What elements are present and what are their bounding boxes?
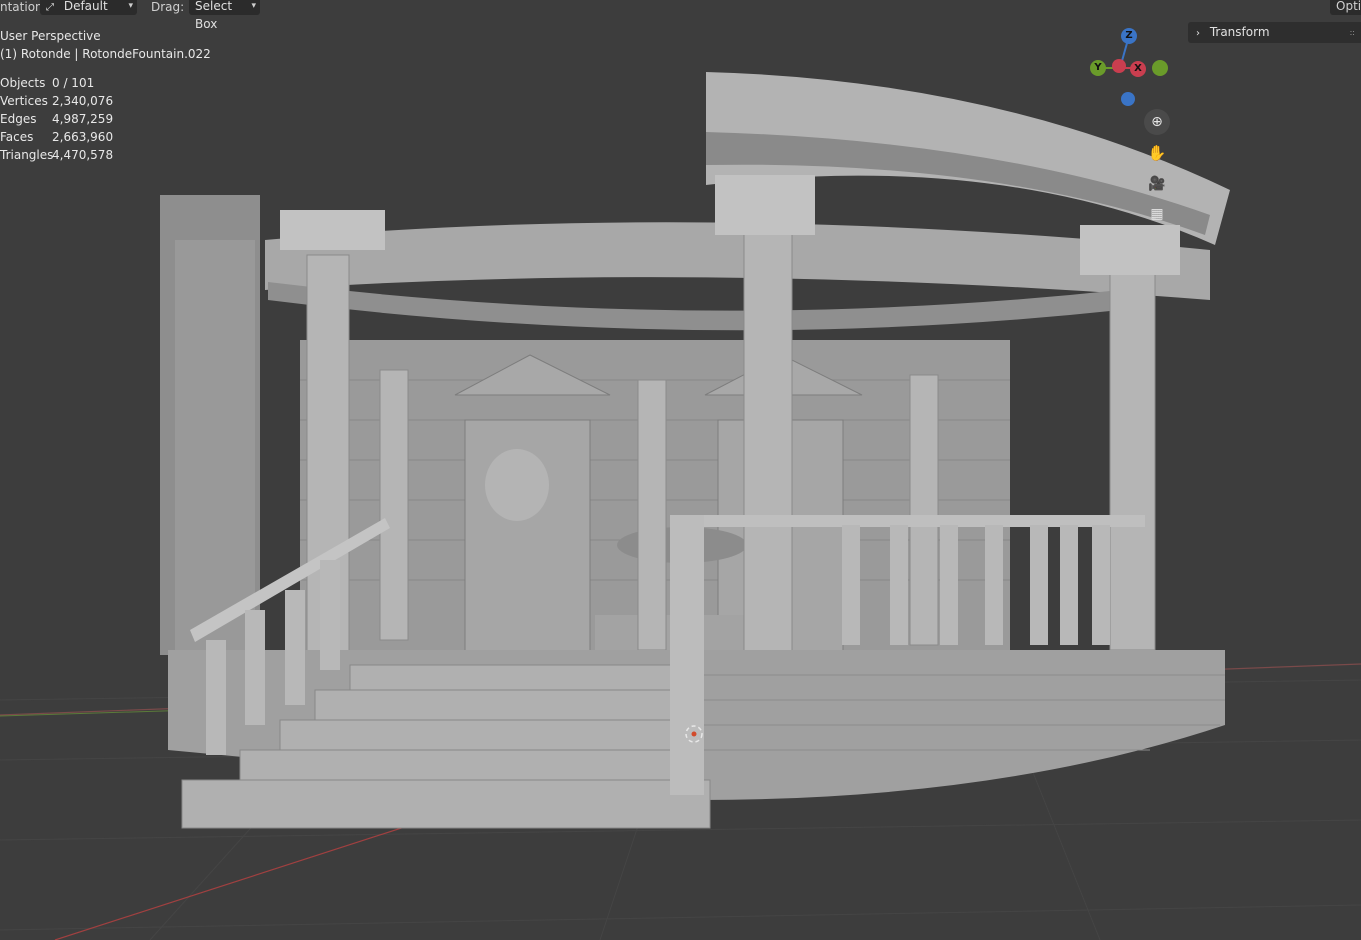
stat-value: 4,470,578 xyxy=(52,148,114,162)
drag-dropdown[interactable]: Select Box ▾ xyxy=(189,0,260,31)
zoom-button[interactable]: ⊕ xyxy=(1144,109,1170,135)
viewport-stats: User Perspective (1) Rotonde | RotondeFo… xyxy=(0,27,211,164)
camera-icon: 🎥 xyxy=(1148,176,1166,192)
gizmo-z-axis[interactable]: Z xyxy=(1121,28,1137,44)
orientation-icon: ⤢ xyxy=(46,2,54,13)
stat-row: Vertices 2,340,076 xyxy=(0,92,211,110)
gizmo-neg-x[interactable] xyxy=(1112,59,1126,73)
stat-label: Faces xyxy=(0,130,34,144)
hand-icon: ✋ xyxy=(1147,144,1167,162)
orientation-dropdown[interactable]: ⤢ Default ▾ xyxy=(40,0,137,15)
stat-label: Edges xyxy=(0,112,37,126)
stat-value: 2,663,960 xyxy=(52,130,114,144)
drag-handle-icon[interactable]: :: xyxy=(1350,22,1355,43)
gizmo-x-axis[interactable]: X xyxy=(1130,61,1146,77)
stat-row: Triangles 4,470,578 xyxy=(0,146,211,164)
stat-value: 0 / 101 xyxy=(52,76,95,90)
options-label: Optio xyxy=(1336,0,1361,13)
zoom-in-icon: ⊕ xyxy=(1151,114,1163,130)
grid-ortho-icon: ▦ xyxy=(1150,206,1164,222)
stat-label: Vertices xyxy=(0,94,48,108)
gizmo-neg-y[interactable] xyxy=(1152,60,1168,76)
object-path: (1) Rotonde | RotondeFountain.022 xyxy=(0,47,211,61)
stat-label: Triangles xyxy=(0,148,54,162)
options-button[interactable]: Optio xyxy=(1330,0,1361,15)
view-name: User Perspective xyxy=(0,29,101,43)
stat-row: Faces 2,663,960 xyxy=(0,128,211,146)
pan-button[interactable]: ✋ xyxy=(1144,140,1170,166)
stat-label: Objects xyxy=(0,76,46,90)
transform-label: Transform xyxy=(1209,25,1270,39)
camera-view-button[interactable]: 🎥 xyxy=(1144,171,1170,197)
chevron-right-icon: › xyxy=(1196,28,1200,39)
stat-value: 4,987,259 xyxy=(52,112,114,126)
chevron-down-icon: ▾ xyxy=(251,1,256,11)
transform-panel-header[interactable]: › Transform :: xyxy=(1188,22,1361,43)
stat-value: 2,340,076 xyxy=(52,94,114,108)
y-axis-line xyxy=(54,821,421,940)
ortho-toggle-button[interactable]: ▦ xyxy=(1144,201,1170,227)
stat-row: Objects 0 / 101 xyxy=(0,74,211,92)
drag-label: Drag: xyxy=(151,0,185,14)
chevron-down-icon: ▾ xyxy=(128,1,133,11)
stat-row: Edges 4,987,259 xyxy=(0,110,211,128)
header-bar: ntation: ⤢ Default ▾ Drag: Select Box ▾ … xyxy=(0,0,1361,31)
navigation-gizmo[interactable]: Z Y X xyxy=(1084,24,1174,114)
orientation-value: Default xyxy=(63,0,108,13)
gizmo-neg-z[interactable] xyxy=(1121,92,1135,106)
gizmo-y-axis[interactable]: Y xyxy=(1090,60,1106,76)
